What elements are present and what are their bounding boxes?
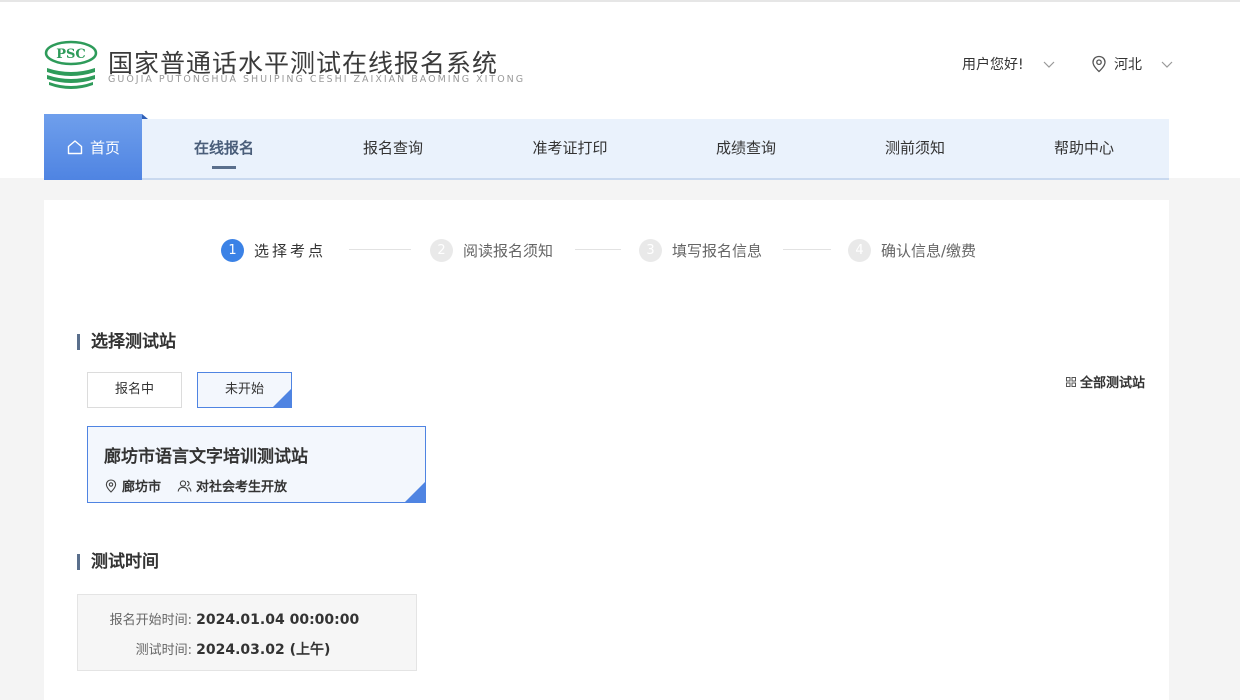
active-indicator: [212, 166, 236, 169]
step-number: 2: [430, 238, 453, 262]
filter-registering[interactable]: 报名中: [87, 372, 182, 408]
time-label: 报名开始时间:: [109, 613, 192, 628]
nav-admission-ticket-print[interactable]: 准考证打印: [520, 119, 620, 178]
logo-badge-text: PSC: [56, 47, 86, 62]
user-group-icon: [177, 479, 192, 492]
nav-item-label: 准考证打印: [532, 139, 608, 157]
site-subtitle: GUOJIA PUTONGHUA SHUIPING CESHI ZAIXIAN …: [108, 74, 526, 85]
selected-check-icon: ✓: [405, 482, 442, 502]
nav-item-label: 成绩查询: [715, 139, 776, 157]
step-label: 填写报名信息: [672, 241, 763, 260]
region-label: 河北: [1114, 57, 1142, 73]
section-title-time: 测试时间: [77, 552, 159, 572]
registration-card: 1 选择考点 2 阅读报名须知 3 填写报名信息 4 确认信息/缴费 选择测试站…: [44, 200, 1169, 700]
nav-help-center[interactable]: 帮助中心: [1044, 119, 1124, 178]
step-label: 确认信息/缴费: [881, 241, 977, 260]
nav-test-notice[interactable]: 测前须知: [875, 119, 955, 178]
step-3: 3 填写报名信息: [639, 238, 762, 262]
all-stations-label: 全部测试站: [1080, 376, 1146, 391]
user-greeting: 用户您好!: [962, 57, 1024, 73]
location-pin-icon: [105, 478, 117, 493]
filter-not-started[interactable]: 未开始 ✓: [197, 372, 308, 408]
step-connector: [349, 249, 411, 250]
nav-item-label: 报名查询: [362, 139, 423, 157]
chevron-down-icon: [1161, 61, 1173, 68]
time-value: 2024.03.02 (上午): [196, 642, 331, 658]
station-city: 廊坊市: [122, 480, 162, 495]
time-value: 2024.01.04 00:00:00: [196, 612, 360, 628]
home-icon: [67, 140, 83, 155]
station-meta: 廊坊市 对社会考生开放: [104, 476, 287, 495]
step-number: 4: [848, 238, 871, 262]
selected-check-icon: ✓: [273, 389, 308, 407]
nav-score-query[interactable]: 成绩查询: [706, 119, 786, 178]
nav-home[interactable]: 首页: [44, 114, 148, 180]
nav-item-label: 测前须知: [884, 139, 945, 157]
nav-item-label: 在线报名: [193, 139, 254, 157]
station-name: 廊坊市语言文字培训测试站: [104, 447, 308, 467]
time-row-registration-start: 报名开始时间: 2024.01.04 00:00:00: [82, 611, 360, 629]
nav-registration-query[interactable]: 报名查询: [353, 119, 433, 178]
all-stations-link[interactable]: 全部测试站: [1066, 372, 1145, 391]
main-nav: 首页 在线报名 报名查询 准考证打印 成绩查询 测前须知 帮助中心: [44, 114, 1169, 180]
step-1: 1 选择考点: [221, 238, 326, 262]
nav-home-label: 首页: [89, 138, 120, 157]
test-time-box: 报名开始时间: 2024.01.04 00:00:00 测试时间: 2024.0…: [77, 594, 417, 671]
step-number: 1: [221, 238, 244, 262]
filter-label: 报名中: [114, 382, 154, 397]
step-label: 阅读报名须知: [463, 241, 554, 260]
time-label: 测试时间:: [135, 643, 192, 658]
nav-online-registration[interactable]: 在线报名: [184, 119, 264, 178]
user-menu[interactable]: 用户您好!: [962, 54, 1056, 74]
section-title-station: 选择测试站: [77, 332, 176, 352]
nav-item-label: 帮助中心: [1053, 139, 1114, 157]
site-logo[interactable]: PSC 国家普通话水平测试在线报名系统 GUOJIA PUTONGHUA SHU…: [44, 40, 544, 92]
region-selector[interactable]: 河北: [1090, 54, 1174, 74]
step-connector: [783, 249, 831, 250]
station-card[interactable]: 廊坊市语言文字培训测试站 廊坊市 对社会考生开放 ✓: [87, 426, 442, 503]
step-2: 2 阅读报名须知: [430, 238, 553, 262]
step-connector: [575, 249, 621, 250]
chevron-down-icon: [1043, 61, 1055, 68]
time-row-test-date: 测试时间: 2024.03.02 (上午): [82, 641, 331, 659]
step-label: 选择考点: [254, 241, 327, 260]
step-indicator: 1 选择考点 2 阅读报名须知 3 填写报名信息 4 确认信息/缴费: [221, 238, 1021, 262]
grid-icon: [1066, 376, 1076, 387]
header-band: PSC 国家普通话水平测试在线报名系统 GUOJIA PUTONGHUA SHU…: [0, 0, 1240, 180]
station-audience: 对社会考生开放: [196, 480, 288, 495]
location-pin-icon: [1092, 55, 1106, 73]
filter-label: 未开始: [224, 382, 264, 397]
step-number: 3: [639, 238, 662, 262]
step-4: 4 确认信息/缴费: [848, 238, 976, 262]
psc-logo-icon: PSC: [44, 40, 98, 89]
